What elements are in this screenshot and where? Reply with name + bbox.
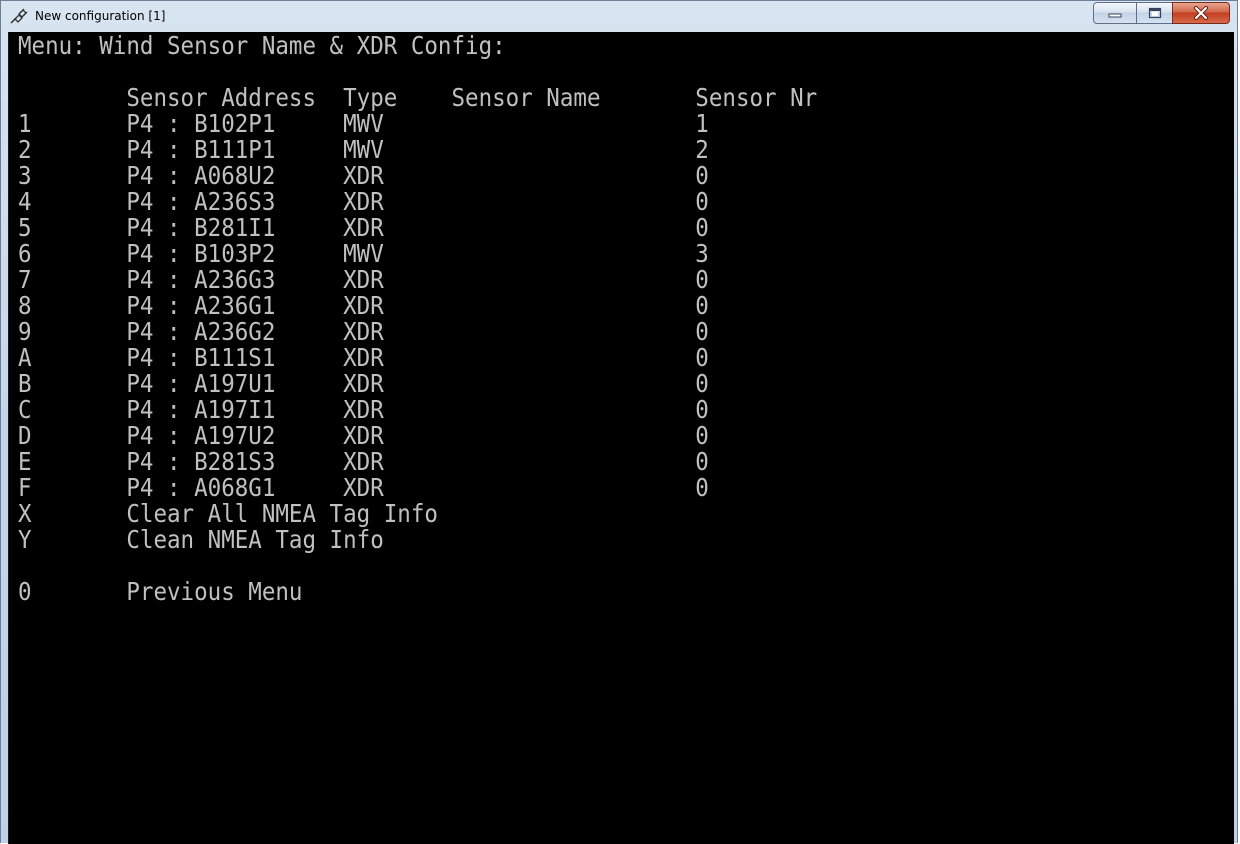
menu-option-line: 8 P4 : A236G1 XDR 0	[18, 291, 709, 320]
menu-title-line: Menu: Wind Sensor Name & XDR Config:	[18, 31, 506, 60]
maximize-icon	[1148, 7, 1161, 19]
connection-plug-icon	[10, 8, 28, 24]
menu-option-line: E P4 : B281S3 XDR 0	[18, 447, 709, 476]
menu-option-line: X Clear All NMEA Tag Info	[18, 499, 438, 528]
menu-option-line: 6 P4 : B103P2 MWV 3	[18, 239, 709, 268]
minimize-button[interactable]	[1093, 2, 1137, 24]
close-button[interactable]	[1172, 2, 1230, 24]
menu-option-line: 7 P4 : A236G3 XDR 0	[18, 265, 709, 294]
menu-option-line: C P4 : A197I1 XDR 0	[18, 395, 709, 424]
title-bar[interactable]: New configuration [1]	[1, 1, 1237, 31]
console-window: New configuration [1] Menu: Wind Sensor …	[0, 0, 1238, 844]
menu-option-line: F P4 : A068G1 XDR 0	[18, 473, 709, 502]
terminal-screen[interactable]: Menu: Wind Sensor Name & XDR Config: Sen…	[8, 32, 1234, 844]
menu-option-line: B P4 : A197U1 XDR 0	[18, 369, 709, 398]
close-icon	[1194, 6, 1208, 20]
menu-option-line: 3 P4 : A068U2 XDR 0	[18, 161, 709, 190]
maximize-button[interactable]	[1136, 2, 1173, 24]
menu-option-line: 2 P4 : B111P1 MWV 2	[18, 135, 709, 164]
menu-option-line: 1 P4 : B102P1 MWV 1	[18, 109, 709, 138]
window-title: New configuration [1]	[35, 9, 166, 23]
menu-option-line: 5 P4 : B281I1 XDR 0	[18, 213, 709, 242]
menu-option-line: Y Clean NMEA Tag Info	[18, 525, 384, 554]
menu-option-line: 9 P4 : A236G2 XDR 0	[18, 317, 709, 346]
terminal-text: Menu: Wind Sensor Name & XDR Config: Sen…	[18, 33, 817, 605]
column-header-line: Sensor Address Type Sensor Name Sensor N…	[18, 83, 818, 112]
menu-option-line: 0 Previous Menu	[18, 577, 303, 606]
minimize-icon	[1108, 13, 1122, 18]
menu-option-line: 4 P4 : A236S3 XDR 0	[18, 187, 709, 216]
menu-option-line: A P4 : B111S1 XDR 0	[18, 343, 709, 372]
menu-option-line: D P4 : A197U2 XDR 0	[18, 421, 709, 450]
